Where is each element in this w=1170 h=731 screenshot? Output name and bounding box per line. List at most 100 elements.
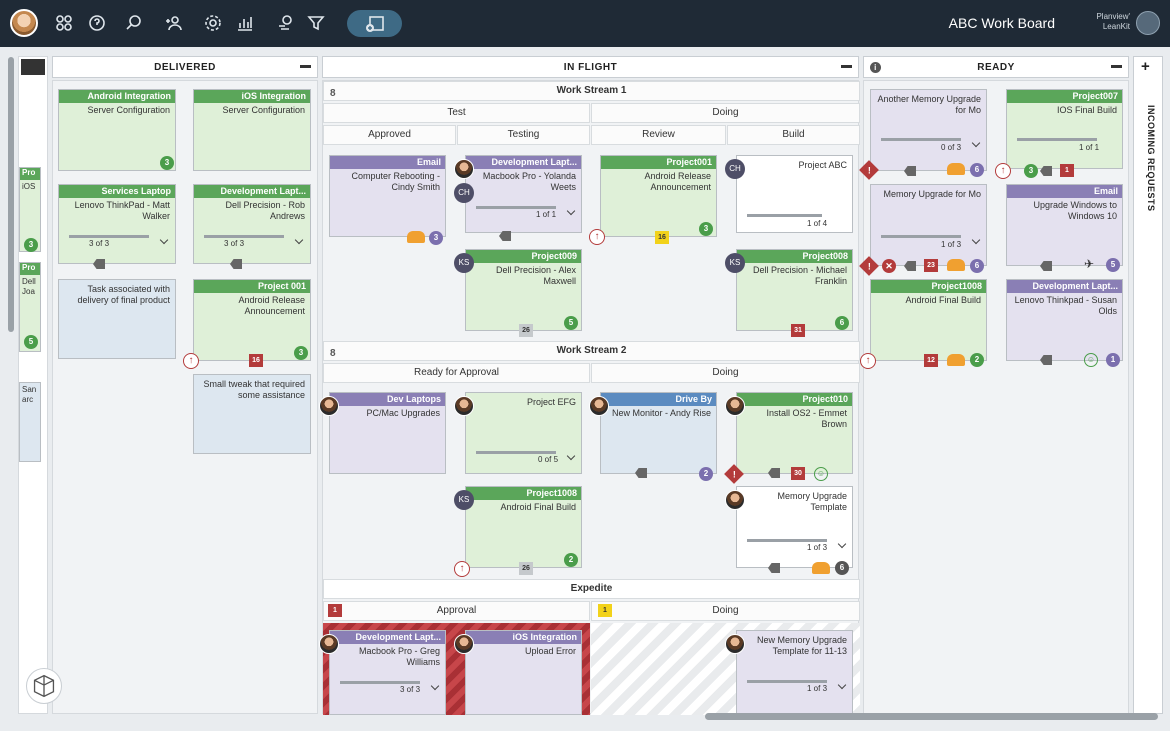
card-del-services[interactable]: Services Laptop Lenovo ThinkPad - Matt W… xyxy=(58,184,176,264)
add-lane-icon[interactable]: + xyxy=(1141,58,1150,75)
card-del-task[interactable]: Task associated with delivery of final p… xyxy=(58,279,176,359)
card-ready-p007[interactable]: Project007 IOS Final Build 1 of 1 xyxy=(1006,89,1123,169)
expedite-header[interactable]: Expedite xyxy=(323,579,860,599)
column-approved[interactable]: Approved xyxy=(323,125,456,145)
collapse-icon[interactable] xyxy=(1111,65,1122,68)
assignee-avatar[interactable] xyxy=(319,396,339,416)
card-testing-devlap[interactable]: Development Lapt... Macbook Pro - Yoland… xyxy=(465,155,582,233)
wip-count: 8 xyxy=(330,348,336,359)
card-review-p001[interactable]: Project001 Android Release Announcement … xyxy=(600,155,717,237)
card-ws2-driveby[interactable]: Drive By New Monitor - Andy Rise xyxy=(600,392,717,474)
card-ws2-memtmpl[interactable]: Memory Upgrade Template 1 of 3 xyxy=(736,486,853,568)
column-doing-ws2[interactable]: Doing xyxy=(591,363,860,383)
chevron-down-icon[interactable] xyxy=(294,235,304,245)
collapse-icon[interactable] xyxy=(841,65,852,68)
card-ready-email[interactable]: Email Upgrade Windows to Windows 10 xyxy=(1006,184,1123,266)
filter-icon[interactable] xyxy=(305,12,327,34)
chevron-down-icon[interactable] xyxy=(566,206,576,216)
card-exp-ios[interactable]: iOS Integration Upload Error xyxy=(465,630,582,715)
column-expedite-doing[interactable]: Doing 1 xyxy=(591,601,860,621)
card-badge: 2 xyxy=(699,467,713,481)
card-ws2-efg[interactable]: Project EFG 0 of 5 xyxy=(465,392,582,474)
column-review[interactable]: Review xyxy=(591,125,726,145)
horizontal-scrollbar[interactable] xyxy=(705,713,1158,720)
priority-up-icon[interactable]: ↑ xyxy=(860,353,876,369)
column-expedite-approval[interactable]: Approval 1 xyxy=(323,601,590,621)
chevron-down-icon[interactable] xyxy=(837,539,847,549)
column-build[interactable]: Build xyxy=(727,125,860,145)
collapse-icon[interactable] xyxy=(300,65,311,68)
vertical-scrollbar[interactable] xyxy=(8,57,14,332)
assignee-avatar[interactable] xyxy=(319,634,339,654)
far-left-card-1-badge: 3 xyxy=(24,238,38,252)
far-left-card-2[interactable]: Pro Dell Joa 5 xyxy=(19,262,41,352)
card-ready-devlap[interactable]: Development Lapt... Lenovo Thinkpad - Su… xyxy=(1006,279,1123,361)
assignee-avatar[interactable]: CH xyxy=(725,159,745,179)
column-test[interactable]: Test xyxy=(323,103,590,123)
card-build-abc[interactable]: Project ABC 1 of 4 xyxy=(736,155,853,233)
priority-up-icon[interactable]: ↑ xyxy=(183,353,199,369)
priority-up-icon[interactable]: ↑ xyxy=(589,229,605,245)
add-card-button[interactable] xyxy=(347,10,402,37)
assignee-avatar[interactable] xyxy=(454,634,474,654)
column-testing[interactable]: Testing xyxy=(457,125,590,145)
column-doing[interactable]: Doing xyxy=(591,103,860,123)
brand-line-1: Planview' xyxy=(1096,12,1130,21)
card-ws2-p1008[interactable]: Project1008 Android Final Build 2 xyxy=(465,486,582,568)
assignee-avatar[interactable] xyxy=(454,159,474,179)
card-del-tweak[interactable]: Small tweak that required some assistanc… xyxy=(193,374,311,454)
lane-in-flight-header[interactable]: IN FLIGHT xyxy=(322,56,859,78)
chevron-down-icon[interactable] xyxy=(430,681,440,691)
card-approved-email[interactable]: Email Computer Rebooting - Cindy Smith xyxy=(329,155,446,237)
help-icon[interactable] xyxy=(86,12,108,34)
work-stream-2-header[interactable]: Work Stream 2 8 xyxy=(323,341,860,361)
card-build-p008[interactable]: Project008 Dell Precision - Michael Fran… xyxy=(736,249,853,331)
lane-ready-header[interactable]: READY i xyxy=(863,56,1129,78)
card-ws2-p010[interactable]: Project010 Install OS2 - Emmet Brown xyxy=(736,392,853,474)
card-ready-p1008[interactable]: Project1008 Android Final Build xyxy=(870,279,987,361)
lane-delivered-header[interactable]: DELIVERED xyxy=(52,56,318,78)
assignee-avatar[interactable] xyxy=(454,396,474,416)
chevron-down-icon[interactable] xyxy=(159,235,169,245)
info-icon[interactable]: i xyxy=(870,62,881,73)
leankit-cube-icon[interactable] xyxy=(26,668,62,704)
work-stream-1-header[interactable]: Work Stream 1 8 xyxy=(323,81,860,101)
card-ready-mem1[interactable]: Another Memory Upgrade for Mo 0 of 3 xyxy=(870,89,987,171)
chevron-down-icon[interactable] xyxy=(566,451,576,461)
card-badge: 5 xyxy=(1106,258,1120,272)
card-del-android[interactable]: Android Integration Server Configuration… xyxy=(58,89,176,171)
add-user-icon[interactable] xyxy=(163,12,185,34)
card-ws2-devlaps[interactable]: Dev Laptops PC/Mac Upgrades xyxy=(329,392,446,474)
priority-up-icon[interactable]: ↑ xyxy=(454,561,470,577)
apps-icon[interactable] xyxy=(53,12,75,34)
column-ready-for-approval[interactable]: Ready for Approval xyxy=(323,363,590,383)
card-ready-mem2[interactable]: Memory Upgrade for Mo 1 of 3 xyxy=(870,184,987,266)
assignee-avatar[interactable] xyxy=(725,634,745,654)
assignee-avatar[interactable] xyxy=(589,396,609,416)
timeline-icon[interactable] xyxy=(274,12,296,34)
card-del-ios[interactable]: iOS Integration Server Configuration xyxy=(193,89,311,171)
search-icon[interactable] xyxy=(123,12,145,34)
settings-gear-icon[interactable] xyxy=(202,12,224,34)
chevron-down-icon[interactable] xyxy=(971,138,981,148)
analytics-icon[interactable] xyxy=(234,12,256,34)
card-testing-p009[interactable]: Project009 Dell Precision - Alex Maxwell… xyxy=(465,249,582,331)
card-del-p001[interactable]: Project 001 Android Release Announcement… xyxy=(193,279,311,361)
close-icon[interactable]: ✕ xyxy=(882,259,896,273)
assignee-avatar[interactable]: KS xyxy=(454,490,474,510)
assignee-avatar[interactable]: CH xyxy=(454,183,474,203)
priority-up-icon[interactable]: ↑ xyxy=(995,163,1011,179)
far-left-card-3[interactable]: San arc xyxy=(19,382,41,462)
assignee-avatar[interactable] xyxy=(725,490,745,510)
user-avatar[interactable] xyxy=(10,9,38,37)
card-del-devlap[interactable]: Development Lapt... Dell Precision - Rob… xyxy=(193,184,311,264)
assignee-avatar[interactable]: KS xyxy=(725,253,745,273)
card-exp-mem[interactable]: New Memory Upgrade Template for 11-13 1 … xyxy=(736,630,853,715)
chevron-down-icon[interactable] xyxy=(837,680,847,690)
progress-text: 1 of 1 xyxy=(536,210,557,219)
assignee-avatar[interactable]: KS xyxy=(454,253,474,273)
assignee-avatar[interactable] xyxy=(725,396,745,416)
card-exp-devlap[interactable]: Development Lapt... Macbook Pro - Greg W… xyxy=(329,630,446,715)
chevron-down-icon[interactable] xyxy=(971,235,981,245)
far-left-card-1[interactable]: Pro iOS 3 xyxy=(19,167,41,252)
